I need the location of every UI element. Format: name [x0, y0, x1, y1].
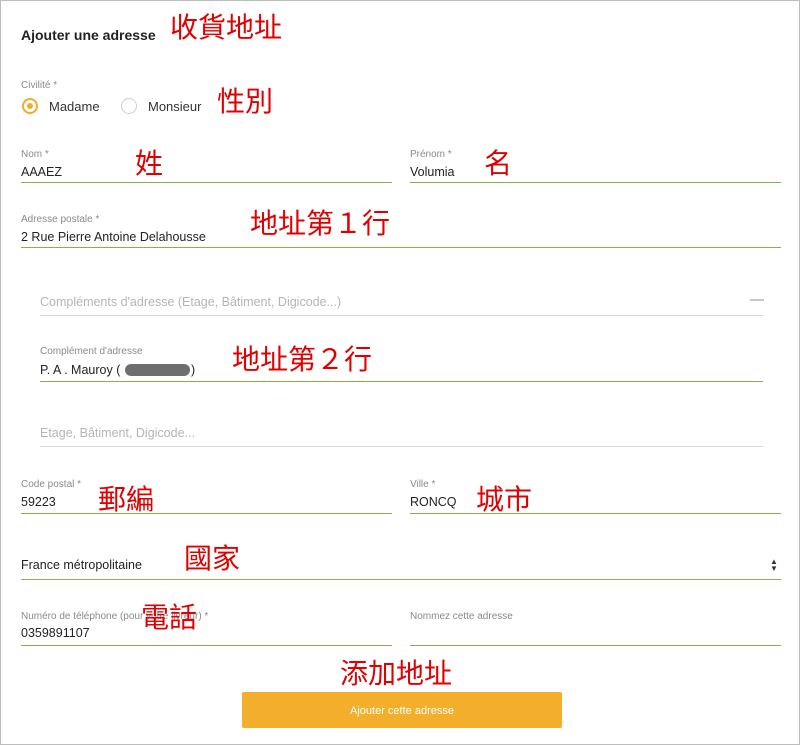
- annotation-lastname: 姓: [135, 147, 164, 180]
- annotation-title: 收貨地址: [170, 11, 283, 44]
- firstname-input[interactable]: Volumia: [410, 165, 454, 179]
- lastname-label: Nom *: [21, 149, 49, 160]
- address-label: Adresse postale *: [21, 214, 100, 225]
- civility-label: Civilité *: [21, 80, 58, 91]
- annotation-submit: 添加地址: [340, 657, 453, 690]
- submit-button[interactable]: Ajouter cette adresse: [242, 692, 562, 728]
- address-complement-underline: [40, 315, 763, 316]
- complement-label: Complément d'adresse: [40, 346, 143, 357]
- building-field[interactable]: Etage, Bâtiment, Digicode...: [40, 426, 195, 440]
- complement-underline: [40, 381, 763, 382]
- select-arrows-icon[interactable]: ▲ ▼: [770, 558, 778, 573]
- annotation-country: 國家: [184, 542, 241, 575]
- lastname-underline: [21, 182, 392, 183]
- radio-monsieur-label[interactable]: Monsieur: [148, 99, 201, 114]
- postal-underline: [21, 513, 392, 514]
- annotation-firstname: 名: [484, 147, 513, 180]
- postal-label: Code postal *: [21, 479, 82, 490]
- form-title: Ajouter une adresse: [21, 27, 156, 43]
- complement-input-tail: ): [191, 363, 196, 377]
- complement-input[interactable]: P. A . Mauroy (: [40, 363, 120, 377]
- building-underline: [40, 446, 763, 447]
- annotation-phone: 電話: [141, 601, 198, 634]
- city-label: Ville *: [410, 479, 436, 490]
- radio-madame[interactable]: [22, 98, 38, 114]
- radio-madame-label[interactable]: Madame: [49, 99, 100, 114]
- address-complement-field[interactable]: Compléments d'adresse (Etage, Bâtiment, …: [40, 295, 341, 309]
- collapse-icon[interactable]: [750, 299, 764, 301]
- annotation-address2: 地址第２行: [232, 343, 373, 376]
- city-input[interactable]: RONCQ: [410, 495, 457, 509]
- address-input[interactable]: 2 Rue Pierre Antoine Delahousse: [21, 230, 206, 244]
- firstname-label: Prénom *: [410, 149, 452, 160]
- redacted-block: [125, 364, 190, 376]
- city-underline: [410, 513, 781, 514]
- radio-monsieur[interactable]: [121, 98, 137, 114]
- annotation-civility: 性別: [217, 85, 274, 118]
- phone-input[interactable]: 0359891107: [21, 626, 90, 640]
- annotation-address1: 地址第１行: [250, 207, 391, 240]
- phone-underline: [21, 645, 392, 646]
- annotation-postal: 郵編: [98, 483, 155, 516]
- annotation-city: 城市: [476, 483, 533, 516]
- address-underline: [21, 247, 781, 248]
- address-name-input[interactable]: [410, 624, 781, 644]
- postal-input[interactable]: 59223: [21, 495, 56, 509]
- firstname-underline: [410, 182, 781, 183]
- address-name-label: Nommez cette adresse: [410, 611, 513, 622]
- country-underline: [21, 579, 781, 580]
- address-name-underline: [410, 645, 781, 646]
- lastname-input[interactable]: AAAEZ: [21, 165, 62, 179]
- country-select[interactable]: France métropolitaine: [21, 558, 142, 572]
